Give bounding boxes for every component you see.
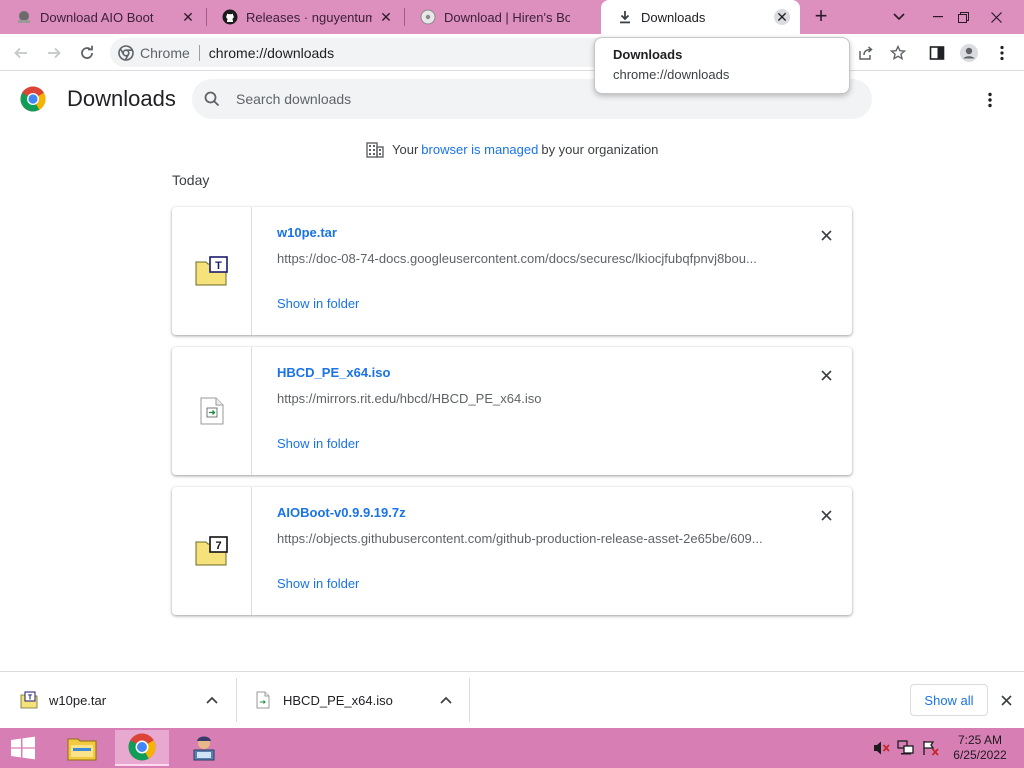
managed-browser-notice: Your browser is managed by your organiza… — [366, 140, 658, 158]
chevron-up-icon[interactable] — [438, 692, 454, 708]
download-file-name-link[interactable]: AIOBoot-v0.9.9.19.7z — [277, 505, 406, 520]
file-icon-column — [172, 347, 252, 475]
shelf-file-name: w10pe.tar — [49, 692, 107, 708]
remove-download-close-icon[interactable] — [816, 225, 836, 245]
taskbar-aio-boot-app[interactable] — [177, 730, 231, 766]
chevron-up-icon[interactable] — [204, 692, 220, 708]
side-panel-icon[interactable] — [925, 41, 949, 65]
shelf-file-name: HBCD_PE_x64.iso — [283, 692, 393, 708]
chrome-small-icon — [118, 44, 134, 61]
taskbar-file-explorer[interactable] — [55, 730, 109, 766]
download-icon — [617, 9, 633, 25]
site-chip-label: Chrome — [140, 44, 190, 61]
download-source-url[interactable]: https://doc-08-74-docs.googleusercontent… — [277, 251, 777, 266]
chrome-logo-icon — [20, 86, 46, 112]
archive-7z-icon: 7 — [195, 536, 228, 566]
chrome-icon — [128, 733, 156, 761]
date-section-heading: Today — [172, 172, 210, 188]
tab-strip: Download AIO Boot ✕ Releases · nguyentum… — [0, 0, 1024, 34]
tab-close-icon[interactable]: ✕ — [774, 9, 790, 25]
tab-title: Download AIO Boot — [40, 9, 154, 25]
managed-prefix: Your — [392, 141, 419, 157]
tab-download-aio-boot[interactable]: Download AIO Boot ✕ — [0, 0, 206, 34]
aio-boot-app-icon — [193, 736, 215, 761]
site-info-chip[interactable]: Chrome — [110, 45, 190, 61]
browser-menu-kebab-icon[interactable] — [990, 41, 1014, 65]
taskbar-chrome[interactable] — [115, 730, 169, 766]
tab-downloads[interactable]: Downloads ✕ — [601, 0, 800, 34]
browser-managed-link[interactable]: browser is managed — [421, 142, 538, 157]
tab-title: Downloads — [641, 9, 706, 25]
search-icon — [204, 90, 222, 108]
download-source-url[interactable]: https://objects.githubusercontent.com/gi… — [277, 531, 777, 546]
remove-download-close-icon[interactable] — [816, 365, 836, 385]
clock-time: 7:25 AM — [957, 733, 1003, 747]
github-icon — [222, 9, 238, 25]
close-shelf-icon[interactable] — [996, 690, 1016, 710]
show-in-folder-link[interactable]: Show in folder — [277, 436, 359, 451]
shelf-item-w10pe[interactable]: T w10pe.tar — [20, 678, 236, 722]
share-icon[interactable] — [854, 41, 878, 65]
windows-taskbar: 7:25 AM 6/25/2022 — [0, 728, 1024, 768]
show-all-button[interactable]: Show all — [910, 684, 988, 716]
shelf-separator — [469, 678, 470, 722]
profile-avatar-icon[interactable] — [957, 41, 981, 65]
file-icon-column: T — [172, 207, 252, 335]
tooltip-title: Downloads — [613, 47, 683, 62]
network-icon[interactable] — [896, 738, 916, 758]
download-card: T w10pe.tar https://doc-08-74-docs.googl… — [172, 207, 852, 335]
archive-tar-icon: T — [195, 256, 228, 286]
building-icon — [366, 142, 384, 158]
tab-title: Download | Hiren's Boot — [444, 9, 570, 25]
download-file-name-link[interactable]: HBCD_PE_x64.iso — [277, 365, 390, 380]
download-card: 7 AIOBoot-v0.9.9.19.7z https://objects.g… — [172, 487, 852, 615]
downloads-header: Downloads — [0, 72, 1024, 128]
managed-suffix: by your organization — [541, 141, 659, 157]
tab-close-icon[interactable]: ✕ — [378, 9, 394, 25]
shelf-item-hbcd[interactable]: HBCD_PE_x64.iso — [254, 678, 468, 722]
back-arrow-icon[interactable] — [9, 41, 33, 65]
tab-hirens-boot[interactable]: Download | Hiren's Boot — [404, 0, 600, 34]
file-icon-column: 7 — [172, 487, 252, 615]
system-clock[interactable]: 7:25 AM 6/25/2022 — [950, 733, 1010, 763]
tab-title: Releases · nguyentumine — [246, 9, 372, 25]
iso-file-icon — [256, 691, 270, 709]
windows-start-icon[interactable] — [8, 736, 38, 760]
archive-tar-icon: T — [20, 691, 38, 709]
show-in-folder-link[interactable]: Show in folder — [277, 576, 359, 591]
omnibox-divider — [198, 44, 200, 61]
page-title: Downloads — [67, 86, 176, 111]
svg-text:T: T — [215, 260, 222, 272]
window-close-icon[interactable] — [973, 0, 1019, 34]
download-source-url[interactable]: https://mirrors.rit.edu/hbcd/HBCD_PE_x64… — [277, 391, 777, 406]
browser-toolbar: Chrome chrome://downloads — [0, 34, 1024, 71]
new-tab-button[interactable]: + — [808, 5, 834, 29]
svg-text:7: 7 — [215, 540, 221, 552]
show-in-folder-link[interactable]: Show in folder — [277, 296, 359, 311]
action-center-flag-icon[interactable] — [921, 738, 941, 758]
forward-arrow-icon[interactable] — [42, 41, 66, 65]
download-card: HBCD_PE_x64.iso https://mirrors.rit.edu/… — [172, 347, 852, 475]
bookmark-star-icon[interactable] — [886, 41, 910, 65]
downloads-menu-kebab-icon[interactable] — [978, 88, 1002, 112]
tab-hover-tooltip: Downloads chrome://downloads — [594, 37, 850, 94]
file-explorer-icon — [67, 738, 97, 761]
tab-releases[interactable]: Releases · nguyentumine ✕ — [206, 0, 404, 34]
volume-muted-icon[interactable] — [872, 738, 892, 758]
tooltip-url: chrome://downloads — [613, 67, 730, 82]
svg-text:T: T — [28, 695, 33, 702]
hirens-disc-icon — [420, 9, 436, 25]
reload-icon[interactable] — [75, 41, 99, 65]
tab-close-icon[interactable]: ✕ — [180, 9, 196, 25]
remove-download-close-icon[interactable] — [816, 505, 836, 525]
download-shelf: T w10pe.tar HBCD_PE_x64.iso Show all — [0, 671, 1024, 728]
clock-date: 6/25/2022 — [953, 748, 1007, 762]
download-file-name-link[interactable]: w10pe.tar — [277, 225, 337, 240]
aio-boot-favicon — [16, 9, 32, 25]
shelf-separator — [236, 678, 237, 722]
url-text[interactable]: chrome://downloads — [209, 45, 334, 61]
iso-file-icon — [200, 397, 223, 425]
